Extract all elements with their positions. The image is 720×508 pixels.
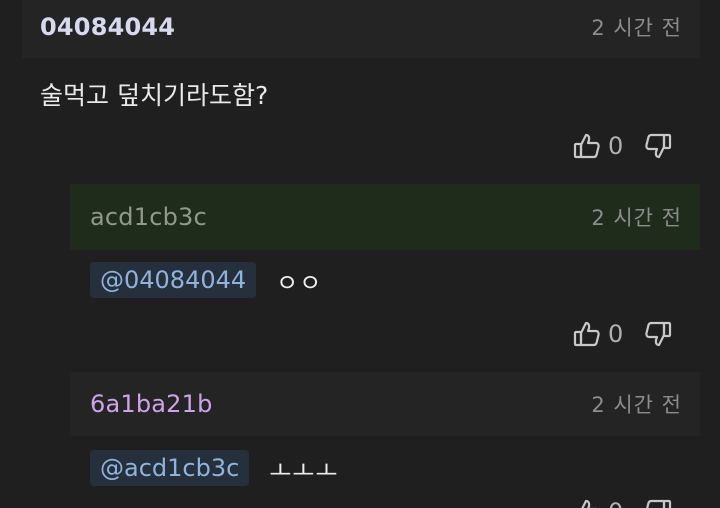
thumbs-down-icon[interactable] <box>643 131 673 161</box>
comment-text: @04084044 ㅇㅇ <box>90 260 322 300</box>
thumbs-up-icon[interactable] <box>572 497 602 508</box>
reply-header: acd1cb3c 2 시간 전 <box>70 184 700 250</box>
like-count: 0 <box>608 132 624 160</box>
comment-author[interactable]: 04084044 <box>40 13 175 41</box>
like-count: 0 <box>608 320 624 348</box>
mention-link[interactable]: @04084044 <box>90 262 257 298</box>
reply-header: 6a1ba21b 2 시간 전 <box>70 372 700 436</box>
comment-thread: 04084044 2 시간 전 술먹고 덮치기라도함? 0 acd1cb3c 2… <box>0 0 720 508</box>
comment-actions: 0 <box>572 314 673 354</box>
comment-timestamp: 2 시간 전 <box>591 206 682 230</box>
comment-author[interactable]: acd1cb3c <box>90 203 207 231</box>
thumbs-up-icon[interactable] <box>572 131 602 161</box>
comment-author[interactable]: 6a1ba21b <box>90 390 213 418</box>
thumbs-up-icon[interactable] <box>572 319 602 349</box>
mention-link[interactable]: @acd1cb3c <box>90 450 250 486</box>
comment-timestamp: 2 시간 전 <box>591 16 682 40</box>
thumbs-down-icon[interactable] <box>643 319 673 349</box>
comment-actions: 0 <box>572 126 673 166</box>
reply-body: ㅇㅇ <box>276 268 323 297</box>
like-count: 0 <box>608 498 623 508</box>
comment-text: @acd1cb3c ㅗㅗㅗ <box>90 448 339 488</box>
reply-body: ㅗㅗㅗ <box>269 456 339 485</box>
comment-timestamp: 2 시간 전 <box>591 393 682 417</box>
thumbs-down-icon[interactable] <box>643 497 673 508</box>
comment-actions: 0 <box>572 492 673 508</box>
comment-text: 술먹고 덮치기라도함? <box>40 81 269 110</box>
comment-header: 04084044 2 시간 전 <box>22 0 700 58</box>
